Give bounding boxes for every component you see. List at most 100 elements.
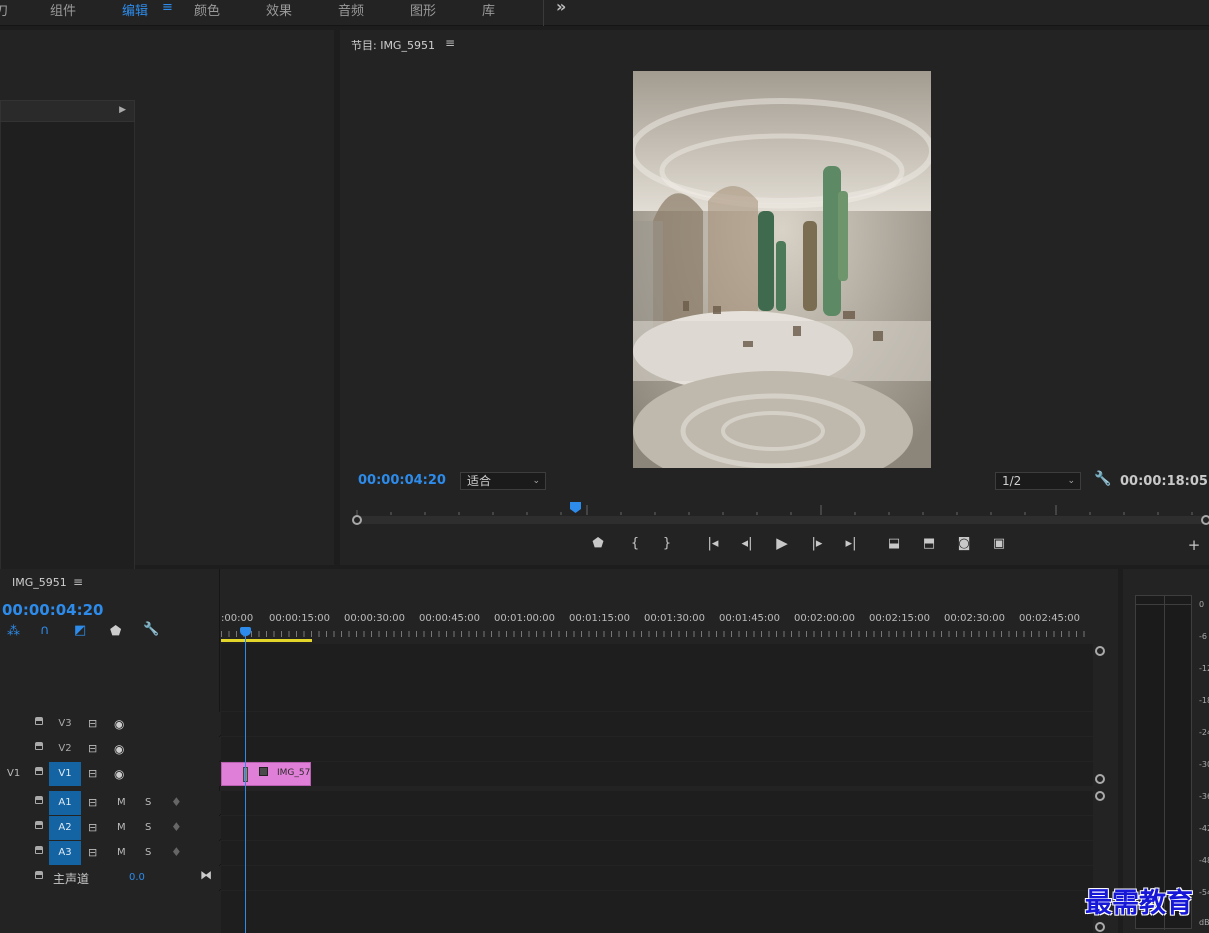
track-target-v1[interactable]: V1 xyxy=(49,762,81,786)
scroll-handle-bottom[interactable] xyxy=(1095,922,1105,932)
eye-icon[interactable]: ◉ xyxy=(114,767,124,781)
track-lane[interactable] xyxy=(221,816,1093,840)
lock-icon[interactable] xyxy=(35,871,43,879)
panel-menu-icon[interactable]: ≡ xyxy=(445,36,455,50)
video-clip[interactable]: IMG_57 xyxy=(221,762,311,786)
more-workspaces-icon[interactable]: » xyxy=(556,0,566,16)
track-lane[interactable] xyxy=(221,791,1093,815)
project-list[interactable] xyxy=(0,122,135,574)
track-lane[interactable] xyxy=(221,841,1093,865)
microphone-icon[interactable]: ♦ xyxy=(171,795,182,809)
sync-lock-icon[interactable]: ⊟ xyxy=(88,846,97,859)
workspace-tab-graphics[interactable]: 图形 xyxy=(410,0,436,19)
solo-button[interactable]: S xyxy=(145,797,151,808)
sync-lock-icon[interactable]: ⊟ xyxy=(88,742,97,755)
scroll-handle-top[interactable] xyxy=(1095,791,1105,801)
lock-icon[interactable] xyxy=(35,796,43,804)
panel-menu-icon[interactable]: ≡ xyxy=(73,575,83,589)
lift-icon[interactable]: ⬓ xyxy=(884,536,904,551)
video-track-scrollbar[interactable] xyxy=(1095,644,1105,789)
workspace-tab-libraries[interactable]: 库 xyxy=(482,0,495,19)
work-area-bar[interactable] xyxy=(221,639,312,642)
sync-lock-icon[interactable]: ⊟ xyxy=(88,821,97,834)
workspace-tab-color[interactable]: 颜色 xyxy=(194,0,220,19)
eye-icon[interactable]: ◉ xyxy=(114,742,124,756)
lock-icon[interactable] xyxy=(35,846,43,854)
scrubber-track[interactable] xyxy=(357,516,1209,524)
divider xyxy=(543,0,544,26)
workspace-tab-editing[interactable]: 编辑 xyxy=(122,0,148,19)
meter-label: -24 xyxy=(1199,728,1209,737)
program-monitor-title[interactable]: 节目: IMG_5951 xyxy=(351,37,435,53)
step-back-icon[interactable]: ◂| xyxy=(737,536,757,551)
resolution-value: 1/2 xyxy=(1002,474,1022,488)
sync-lock-icon[interactable]: ⊟ xyxy=(88,796,97,809)
out-handle[interactable] xyxy=(1201,515,1209,525)
play-icon[interactable]: ▶ xyxy=(772,534,792,552)
time-ruler[interactable]: :00:00 00:00:15:00 00:00:30:00 00:00:45:… xyxy=(221,609,1093,643)
lock-icon[interactable] xyxy=(35,742,43,750)
source-patch-v1[interactable]: V1 xyxy=(7,768,20,779)
scroll-handle-bottom[interactable] xyxy=(1095,774,1105,784)
resolution-select[interactable]: 1/2 ⌄ xyxy=(995,472,1081,490)
lock-icon[interactable] xyxy=(35,767,43,775)
extract-icon[interactable]: ⬒ xyxy=(919,536,939,551)
lock-icon[interactable] xyxy=(35,821,43,829)
zoom-select[interactable]: 适合 ⌄ xyxy=(460,472,546,490)
export-frame-camera-icon[interactable]: ◙ xyxy=(954,536,974,551)
mute-button[interactable]: M xyxy=(117,822,126,833)
microphone-icon[interactable]: ♦ xyxy=(171,845,182,859)
expand-triangle-icon[interactable]: ▶ xyxy=(119,105,126,115)
workspace-menu-icon[interactable]: ≡ xyxy=(162,0,173,15)
mark-out-icon[interactable]: } xyxy=(657,536,677,551)
go-to-out-icon[interactable]: ▸| xyxy=(841,536,861,551)
add-marker-icon[interactable]: ⬟ xyxy=(588,536,608,551)
in-handle[interactable] xyxy=(352,515,362,525)
meter-peak-indicator[interactable] xyxy=(1135,595,1192,605)
sync-lock-icon[interactable]: ⊟ xyxy=(88,767,97,780)
microphone-icon[interactable]: ♦ xyxy=(171,820,182,834)
comparison-view-icon[interactable]: ▣ xyxy=(989,536,1009,551)
program-scrubber[interactable] xyxy=(351,502,1209,527)
track-target-v2[interactable]: V2 xyxy=(49,737,81,761)
sync-lock-icon[interactable]: ⊟ xyxy=(88,717,97,730)
mark-in-icon[interactable]: { xyxy=(625,536,645,551)
step-forward-icon[interactable]: |▸ xyxy=(807,536,827,551)
snap-magnet-icon[interactable]: ∩ xyxy=(40,623,50,638)
workspace-tab-assembly[interactable]: 组件 xyxy=(50,0,76,19)
track-target-a2[interactable]: A2 xyxy=(49,816,81,840)
track-target-a1[interactable]: A1 xyxy=(49,791,81,815)
playhead-line[interactable] xyxy=(245,634,246,933)
go-to-end-icon[interactable]: ⧓ xyxy=(200,868,212,882)
workspace-tab-effects[interactable]: 效果 xyxy=(266,0,292,19)
nest-sequence-icon[interactable]: ⁂ xyxy=(7,624,20,639)
mute-button[interactable]: M xyxy=(117,847,126,858)
track-lane[interactable] xyxy=(221,762,1093,786)
linked-selection-icon[interactable]: ◩ xyxy=(74,623,86,638)
track-lane[interactable] xyxy=(221,712,1093,736)
lock-icon[interactable] xyxy=(35,717,43,725)
settings-wrench-icon[interactable]: 🔧 xyxy=(1094,471,1111,487)
track-lane[interactable] xyxy=(221,737,1093,761)
program-current-timecode[interactable]: 00:00:04:20 xyxy=(358,473,446,488)
sequence-tab[interactable]: IMG_5951 xyxy=(12,576,67,589)
workspace-tab-audio[interactable]: 音频 xyxy=(338,0,364,19)
scroll-handle-top[interactable] xyxy=(1095,646,1105,656)
track-target-v3[interactable]: V3 xyxy=(49,712,81,736)
timeline-settings-wrench-icon[interactable]: 🔧 xyxy=(143,622,159,637)
solo-button[interactable]: S xyxy=(145,822,151,833)
timeline-current-timecode[interactable]: 00:00:04:20 xyxy=(2,601,104,619)
mute-button[interactable]: M xyxy=(117,797,126,808)
track-target-a3[interactable]: A3 xyxy=(49,841,81,865)
eye-icon[interactable]: ◉ xyxy=(114,717,124,731)
go-to-in-icon[interactable]: |◂ xyxy=(703,536,723,551)
add-marker-icon[interactable]: ⬟ xyxy=(110,624,121,639)
timeline-lane-filler[interactable] xyxy=(221,891,1093,933)
project-panel: ▶ ▸♪ ⤒ xyxy=(0,30,334,591)
add-button-icon[interactable]: + xyxy=(1184,536,1204,554)
workspace-tab-partial[interactable]: 刀 xyxy=(0,0,8,19)
timeline-empty-area[interactable] xyxy=(221,644,1093,711)
solo-button[interactable]: S xyxy=(145,847,151,858)
track-lane[interactable] xyxy=(221,866,1093,890)
master-volume-value[interactable]: 0.0 xyxy=(129,872,145,883)
